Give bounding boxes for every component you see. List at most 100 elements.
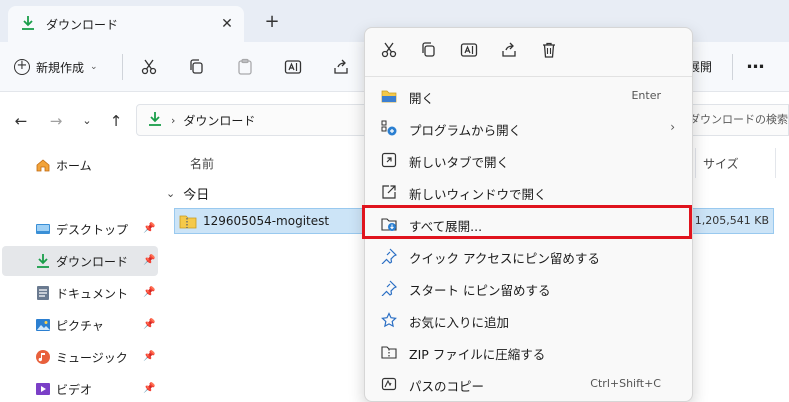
search-input[interactable]: ダウンロードの検索 [680, 104, 789, 136]
sidebar-item-label: ミュージック [56, 350, 128, 365]
menu-item-label: クイック アクセスにピン留めする [409, 251, 600, 266]
rename-icon [460, 43, 478, 57]
paste-button[interactable] [233, 55, 257, 79]
copy-button[interactable] [185, 55, 209, 79]
new-button[interactable]: + 新規作成 ⌄ [14, 53, 98, 81]
sidebar-item-pictures[interactable]: ピクチャ 📌 [2, 310, 158, 340]
pin-icon [381, 248, 397, 264]
more-options-button[interactable]: … [742, 54, 770, 80]
highlight-annotation [362, 205, 692, 239]
sidebar-item-documents[interactable]: ドキュメント 📌 [2, 278, 158, 308]
share-icon [502, 42, 516, 57]
trash-icon [543, 42, 555, 58]
toolbar-divider [122, 54, 123, 80]
recent-locations-button[interactable]: ⌄ [76, 110, 98, 132]
picture-icon [36, 319, 50, 331]
sidebar-item-desktop[interactable]: デスクトップ 📌 [2, 214, 158, 244]
breadcrumb[interactable]: ダウンロード [183, 112, 255, 129]
menu-item-copy-path[interactable]: パスのコピー Ctrl+Shift+C [369, 368, 689, 400]
navigation-pane: ホーム デスクトップ 📌 ダウンロード 📌 ドキュメント 📌 ピクチャ 📌 ミュ… [0, 148, 160, 402]
share-button[interactable] [329, 55, 353, 79]
pin-icon [381, 280, 397, 296]
scissors-icon [141, 59, 157, 75]
breadcrumb-separator: › [171, 113, 176, 127]
chevron-down-icon: ⌄ [166, 187, 176, 200]
copy-icon [422, 42, 435, 57]
rename-button[interactable] [281, 55, 305, 79]
plus-icon: + [14, 59, 30, 75]
new-tab-button[interactable]: + [262, 12, 282, 32]
folder-open-icon [381, 90, 397, 103]
column-header-name[interactable]: 名前 [190, 155, 214, 172]
up-button[interactable]: ↑ [105, 110, 127, 132]
video-icon [36, 383, 50, 395]
new-tab-icon [381, 152, 397, 168]
address-bar[interactable]: › ダウンロード [136, 104, 376, 136]
tab-downloads[interactable]: ダウンロード ✕ [8, 6, 244, 42]
document-icon [37, 286, 49, 300]
menu-item-open-new-tab[interactable]: 新しいタブで開く [369, 144, 689, 176]
sidebar-item-videos[interactable]: ビデオ 📌 [2, 374, 158, 402]
menu-item-label: 新しいウィンドウで開く [409, 187, 547, 202]
column-header-size[interactable]: サイズ [703, 155, 739, 172]
zip-folder-icon [179, 215, 197, 229]
menu-item-label: スタート にピン留めする [409, 283, 551, 298]
file-size: 1,205,541 KB [694, 214, 769, 227]
copy-button[interactable] [418, 39, 440, 61]
menu-item-label: ZIP ファイルに圧縮する [409, 347, 546, 362]
menu-item-open-new-window[interactable]: 新しいウィンドウで開く [369, 176, 689, 208]
star-icon [381, 312, 397, 328]
menu-item-label: 新しいタブで開く [409, 155, 510, 170]
pin-icon: 📌 [143, 223, 156, 234]
tab-close-button[interactable]: ✕ [218, 15, 236, 33]
sidebar-item-label: ホーム [56, 158, 92, 173]
forward-button[interactable]: → [45, 110, 67, 132]
group-header-today[interactable]: ⌄ 今日 [166, 184, 209, 203]
menu-item-pin-quick-access[interactable]: クイック アクセスにピン留めする [369, 240, 689, 272]
pin-icon: 📌 [143, 383, 156, 394]
menu-item-open[interactable]: 開く Enter [369, 80, 689, 112]
copy-path-icon [381, 377, 397, 391]
home-icon [36, 159, 50, 172]
tab-title: ダウンロード [46, 17, 119, 32]
delete-button[interactable] [538, 39, 560, 61]
open-with-icon [381, 120, 397, 136]
rename-button[interactable] [458, 39, 480, 61]
column-divider[interactable] [775, 148, 776, 178]
desktop-icon [36, 224, 50, 234]
clipboard-icon [238, 58, 252, 75]
sidebar-item-label: ビデオ [56, 382, 93, 397]
group-label: 今日 [183, 188, 210, 203]
column-divider[interactable] [695, 148, 696, 178]
cut-button[interactable] [378, 39, 400, 61]
sidebar-item-downloads[interactable]: ダウンロード 📌 [2, 246, 158, 276]
file-name: 129605054-mogitest [203, 214, 330, 228]
cut-button[interactable] [137, 55, 161, 79]
toolbar-divider [732, 54, 733, 80]
menu-item-shortcut: Enter [631, 89, 661, 102]
pin-icon: 📌 [143, 287, 156, 298]
chevron-down-icon: ⌄ [90, 62, 98, 72]
sidebar-item-label: ドキュメント [56, 286, 129, 301]
pin-icon: 📌 [143, 255, 156, 266]
share-button[interactable] [498, 39, 520, 61]
menu-item-label: プログラムから開く [409, 123, 522, 138]
menu-item-add-favorites[interactable]: お気に入りに追加 [369, 304, 689, 336]
menu-item-compress-zip[interactable]: ZIP ファイルに圧縮する [369, 336, 689, 368]
sidebar-item-home[interactable]: ホーム [2, 150, 158, 180]
download-icon [20, 15, 36, 34]
share-icon [334, 59, 348, 74]
sidebar-item-label: ダウンロード [56, 254, 129, 269]
sidebar-item-label: ピクチャ [56, 318, 104, 333]
sidebar-item-music[interactable]: ミュージック 📌 [2, 342, 158, 372]
pin-icon: 📌 [143, 351, 156, 362]
back-button[interactable]: ← [10, 110, 32, 132]
sidebar-item-label: デスクトップ [56, 222, 129, 237]
menu-item-pin-start[interactable]: スタート にピン留めする [369, 272, 689, 304]
new-button-label: 新規作成 [36, 60, 85, 75]
menu-item-label: お気に入りに追加 [409, 315, 510, 330]
new-window-icon [382, 185, 396, 199]
copy-icon [190, 59, 203, 74]
menu-item-label: パスのコピー [409, 379, 485, 394]
menu-item-open-with[interactable]: プログラムから開く › [369, 112, 689, 144]
